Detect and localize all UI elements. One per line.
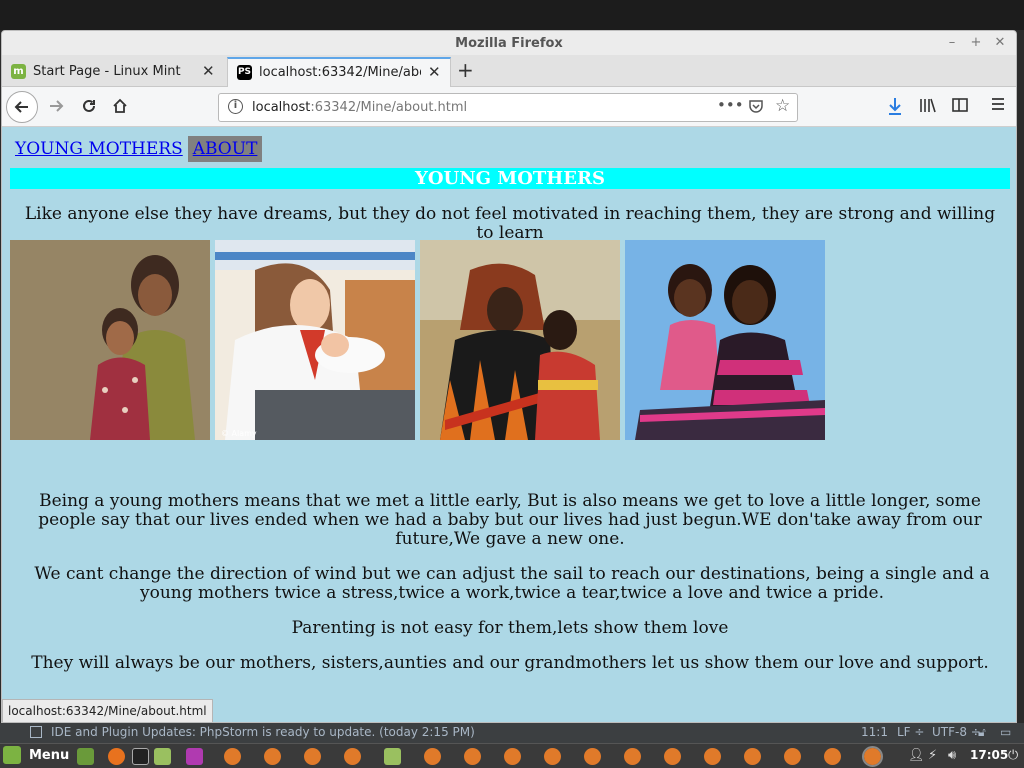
window-title: Mozilla Firefox	[455, 36, 563, 51]
close-tab-icon[interactable]: ✕	[428, 63, 441, 81]
taskbar-window-icon[interactable]	[344, 748, 361, 765]
downloads-icon[interactable]	[886, 96, 904, 121]
taskbar-window-icon[interactable]	[264, 748, 281, 765]
taskbar-window-icon[interactable]	[464, 748, 481, 765]
url-text: localhost:63342/Mine/about.html	[252, 100, 467, 115]
reload-icon	[83, 99, 95, 112]
ide-update-message[interactable]: IDE and Plugin Updates: PhpStorm is read…	[51, 725, 475, 739]
linux-mint-icon: m	[11, 64, 26, 79]
phpstorm-launcher-icon[interactable]	[186, 748, 203, 765]
taskbar-window-icon[interactable]	[424, 748, 441, 765]
clock[interactable]: 17:05	[970, 748, 1008, 762]
close-tab-icon[interactable]: ✕	[202, 62, 215, 80]
paragraph-3: Parenting is not easy for them,lets show…	[291, 618, 729, 638]
taskbar-window-active-icon[interactable]	[862, 746, 883, 767]
menu-label: Menu	[29, 747, 70, 763]
ide-window-icon[interactable]	[30, 726, 42, 738]
desktop-top-strip	[0, 0, 1024, 30]
taskbar-window-icon[interactable]	[624, 748, 641, 765]
linux-mint-logo-icon	[3, 746, 21, 764]
top-nav: YOUNG MOTHERS ABOUT	[10, 136, 263, 164]
taskbar-window-icon[interactable]	[744, 748, 761, 765]
reload-button[interactable]	[79, 97, 99, 120]
url-host: localhost	[252, 100, 311, 115]
page-banner: YOUNG MOTHERS	[10, 168, 1010, 189]
back-arrow-icon	[14, 101, 28, 113]
status-link-tooltip: localhost:63342/Mine/about.html	[2, 699, 213, 722]
ide-encoding[interactable]: UTF-8 ÷	[932, 725, 981, 739]
home-button[interactable]	[110, 97, 130, 120]
home-icon	[113, 98, 127, 113]
forward-button[interactable]	[46, 97, 66, 120]
pocket-icon[interactable]	[748, 98, 764, 118]
terminal-launcher-icon[interactable]	[132, 748, 149, 765]
paragraph-1: Being a young mothers means that we met …	[38, 491, 982, 549]
close-window-icon[interactable]: ✕	[992, 35, 1008, 50]
phpstorm-icon: PS	[237, 65, 252, 80]
forward-arrow-icon	[50, 100, 64, 112]
ide-status-bar: IDE and Plugin Updates: PhpStorm is read…	[0, 723, 1024, 743]
photo-mother-2: © Alamy	[215, 240, 415, 440]
photo-watermark: © Alamy	[221, 429, 257, 438]
taskbar-window-icon[interactable]	[584, 748, 601, 765]
start-menu-button[interactable]: Menu	[3, 746, 69, 766]
user-tray-icon[interactable]: 👤︎	[908, 748, 925, 763]
tab-strip: m Start Page - Linux Mint ✕ PS localhost…	[2, 55, 1016, 88]
url-path: :63342/Mine/about.html	[310, 100, 468, 115]
library-icon[interactable]	[919, 96, 937, 119]
taskbar-window-icon[interactable]	[824, 748, 841, 765]
network-tray-icon[interactable]: ⚡︎	[928, 748, 937, 763]
taskbar-window-icon[interactable]	[224, 748, 241, 765]
info-icon[interactable]: i	[228, 99, 243, 114]
page-content: YOUNG MOTHERS ABOUT YOUNG MOTHERS Like an…	[2, 127, 1016, 722]
title-bar: Mozilla Firefox – + ✕	[2, 31, 1016, 55]
intro-text: Like anyone else they have dreams, but t…	[24, 204, 996, 243]
photo-mother-1	[10, 240, 210, 440]
taskbar-window-icon[interactable]	[384, 748, 401, 765]
back-button[interactable]	[6, 91, 38, 123]
ide-caret-position[interactable]: 11:1	[861, 725, 888, 739]
ide-line-separator[interactable]: LF ÷	[897, 725, 924, 739]
photo-mother-3	[420, 240, 620, 440]
volume-tray-icon[interactable]: 🔊︎	[948, 748, 956, 763]
new-tab-icon[interactable]: +	[457, 58, 474, 82]
taskbar-window-icon[interactable]	[704, 748, 721, 765]
taskbar-window-icon[interactable]	[664, 748, 681, 765]
tab-label: localhost:63342/Mine/about.h	[259, 65, 421, 80]
maximize-icon[interactable]: +	[968, 35, 984, 50]
firefox-window: Mozilla Firefox – + ✕ m Start Page - Lin…	[1, 30, 1017, 723]
lock-icon[interactable]: 🔓︎	[978, 725, 986, 740]
show-desktop-icon[interactable]	[77, 748, 94, 765]
minimize-icon[interactable]: –	[944, 35, 960, 50]
taskbar-window-icon[interactable]	[544, 748, 561, 765]
nav-link-young-mothers[interactable]: YOUNG MOTHERS	[10, 136, 188, 162]
sidebar-icon[interactable]	[951, 96, 969, 119]
power-tray-icon[interactable]: ⏻	[1008, 748, 1018, 763]
nav-toolbar: i localhost:63342/Mine/about.html ••• ☆	[2, 87, 1016, 127]
tab-about[interactable]: PS localhost:63342/Mine/about.h ✕	[227, 57, 451, 88]
hamburger-menu-icon[interactable]	[990, 96, 1006, 117]
bookmark-star-icon[interactable]: ☆	[775, 96, 790, 116]
nav-link-about[interactable]: ABOUT	[187, 136, 263, 162]
page-actions-icon[interactable]: •••	[717, 96, 744, 114]
files-launcher-icon[interactable]	[154, 748, 171, 765]
taskbar-window-icon[interactable]	[784, 748, 801, 765]
paragraph-2: We cant change the direction of wind but…	[34, 564, 990, 603]
paragraph-4: They will always be our mothers, sisters…	[31, 653, 989, 673]
taskbar-window-icon[interactable]	[304, 748, 321, 765]
ide-notifications-icon[interactable]: ▭	[1000, 725, 1011, 739]
tab-label: Start Page - Linux Mint	[33, 64, 181, 79]
photo-mother-4	[625, 240, 825, 440]
taskbar: Menu 👤︎ ⚡︎ 🔊︎ 17:05 ⏻	[0, 743, 1024, 768]
taskbar-window-icon[interactable]	[504, 748, 521, 765]
url-bar[interactable]: i localhost:63342/Mine/about.html ••• ☆	[218, 93, 798, 122]
tab-start-page[interactable]: m Start Page - Linux Mint ✕	[2, 57, 224, 87]
firefox-launcher-icon[interactable]	[108, 748, 125, 765]
